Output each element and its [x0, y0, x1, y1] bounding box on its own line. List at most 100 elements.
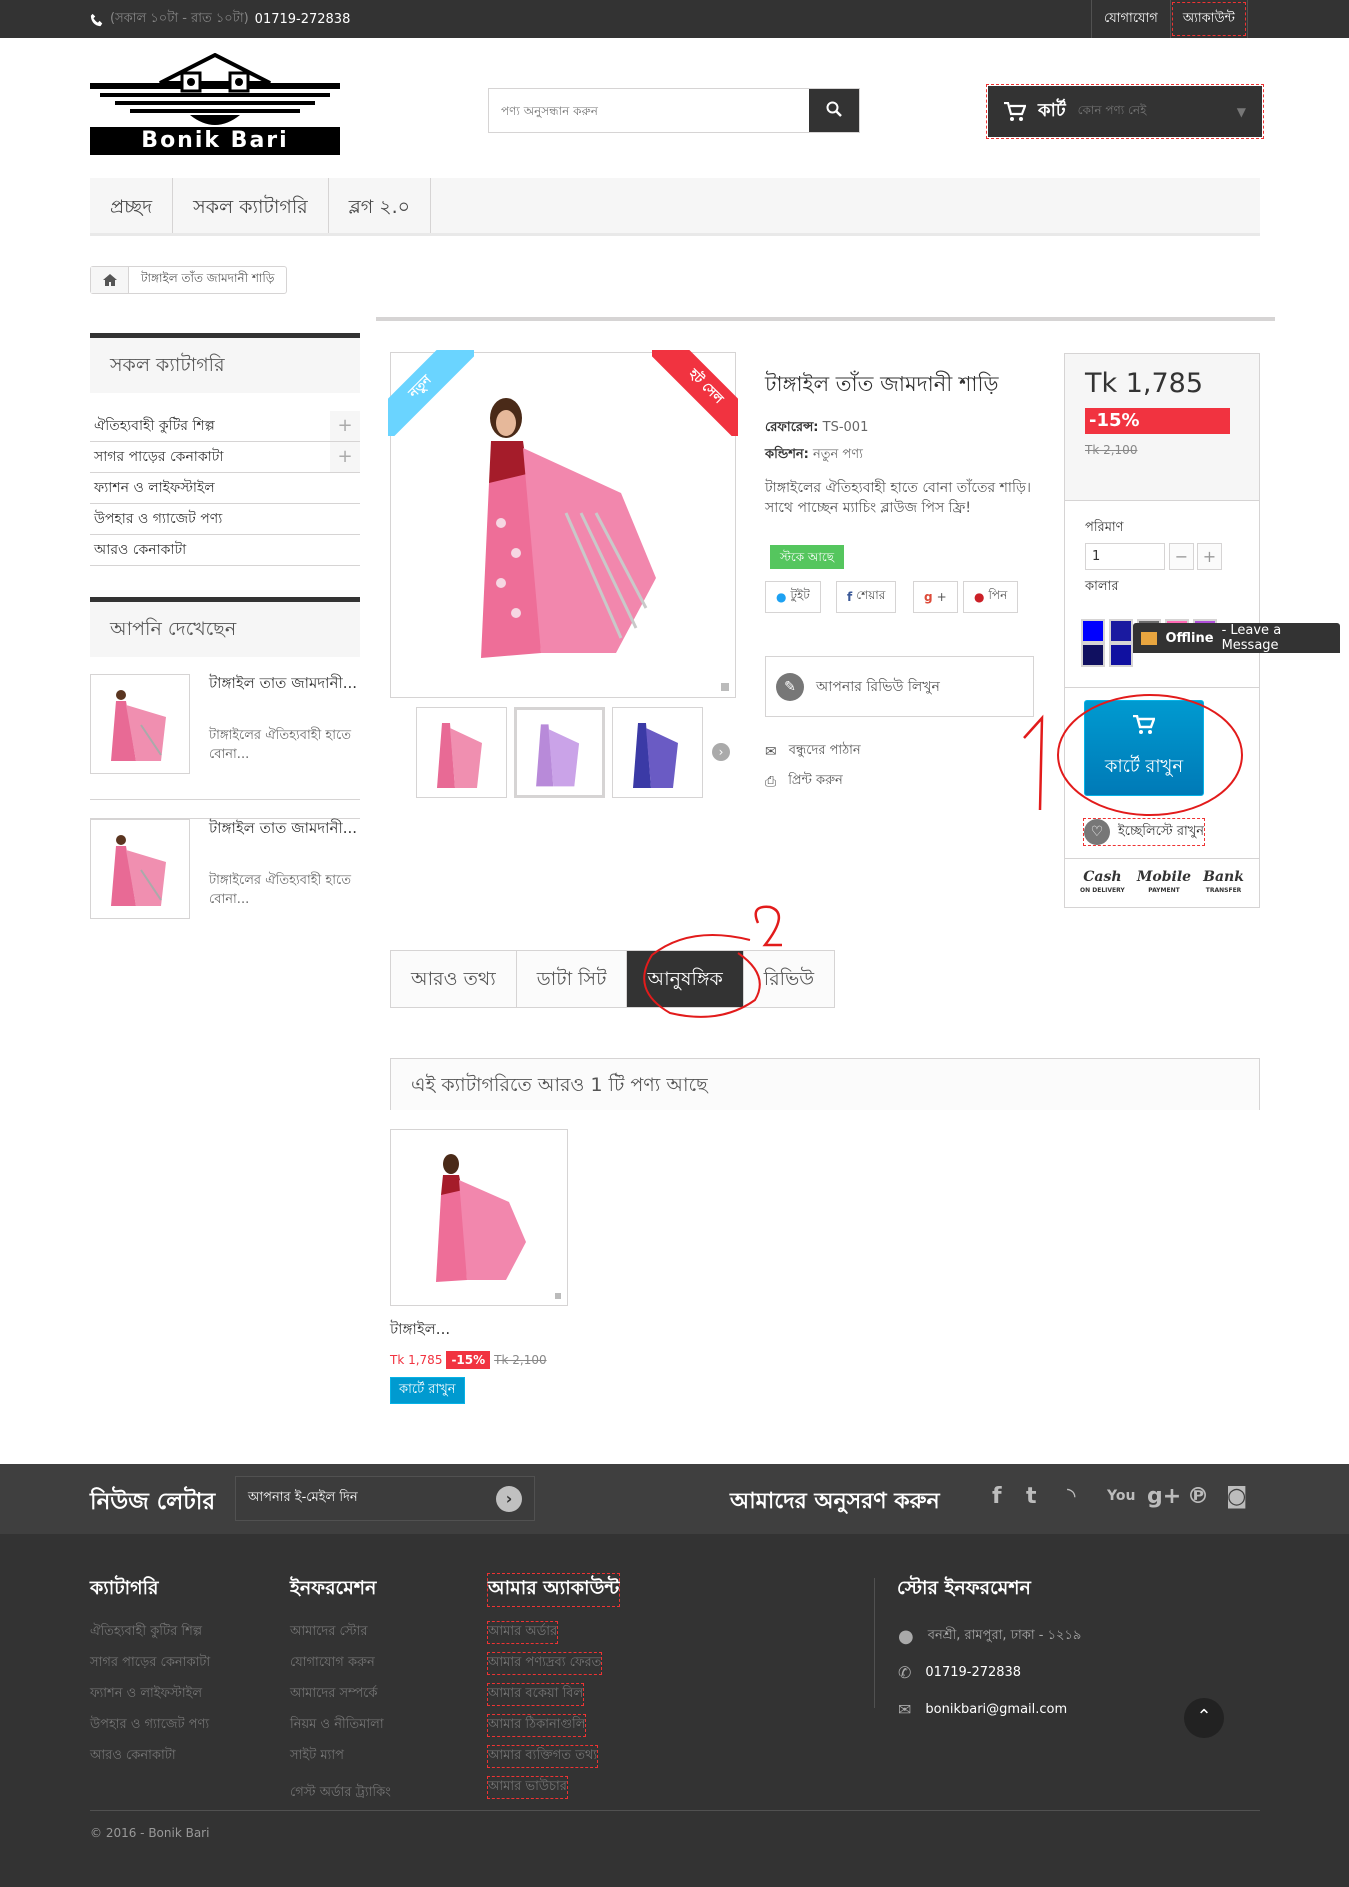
send-to-friend-link[interactable]: ✉ বন্ধুদের পাঠান [765, 741, 861, 762]
search-button[interactable] [809, 89, 859, 132]
tab-reviews[interactable]: রিভিউ [743, 951, 835, 1007]
topbar-phone: (সকাল ১০টা - রাত ১০টা) 01719-272838 [90, 9, 350, 30]
plus-icon[interactable]: + [330, 411, 360, 441]
newsletter-placeholder: আপনার ই-মেইল দিন [248, 1490, 358, 1505]
footer-link[interactable]: আমার বকেয়া বিল [486, 1683, 585, 1706]
accessory-add-to-cart-button[interactable]: কার্টে রাখুন [390, 1377, 465, 1404]
color-swatch[interactable] [1081, 643, 1105, 667]
footer-store-info: স্টোর ইনফরমেশন [897, 1574, 1031, 1622]
category-item[interactable]: ফ্যাশন ও লাইফস্টাইল [90, 473, 360, 504]
pinterest-button[interactable]: ● পিন [963, 581, 1019, 613]
divider [90, 799, 360, 800]
write-review-button[interactable]: ✎ আপনার রিভিউ লিখুন [765, 656, 1034, 717]
rss-icon[interactable]: ◝ [1067, 1484, 1076, 1509]
viewed-thumbnail[interactable] [90, 674, 190, 774]
scroll-to-top-button[interactable]: ⌃ [1184, 1698, 1224, 1738]
chevron-right-icon[interactable]: › [712, 743, 730, 761]
menu-item-home[interactable]: প্রচ্ছদ [90, 178, 174, 233]
footer-link[interactable]: ঐতিহ্যবাহী কুটির শিল্প [90, 1622, 210, 1643]
instagram-icon[interactable]: ◙ [1226, 1484, 1247, 1509]
facebook-icon[interactable]: f [992, 1484, 1002, 1509]
thumbnail-pink[interactable] [416, 707, 507, 798]
plus-icon[interactable]: + [330, 442, 360, 472]
accessory-image[interactable] [390, 1129, 568, 1306]
product-main-image[interactable]: নতুন হট সেল [388, 350, 738, 698]
search-input[interactable] [489, 89, 809, 132]
pinterest-icon: ● [974, 590, 985, 604]
youtube-icon[interactable]: You [1107, 1488, 1135, 1504]
plus-button[interactable]: + [1197, 543, 1222, 570]
google-plus-icon[interactable]: g+ [1147, 1484, 1181, 1509]
newsletter-input[interactable]: আপনার ই-মেইল দিন › [235, 1476, 535, 1521]
chat-widget[interactable]: Offline - Leave a Message [1133, 623, 1340, 653]
footer-link[interactable]: আমার ভাউচার [487, 1776, 568, 1799]
thumbnail-blue[interactable] [612, 707, 703, 798]
category-item[interactable]: উপহার ও গ্যাজেট পণ্য [90, 504, 360, 535]
footer-link[interactable]: আমার ব্যক্তিগত তথ্য [486, 1745, 599, 1768]
store-email[interactable]: ✉ bonikbari@gmail.com [898, 1700, 1067, 1719]
footer-link[interactable]: আমাদের স্টোর [290, 1622, 391, 1643]
condition-value: নতুন পণ্য [812, 447, 863, 462]
pinterest-icon[interactable]: ℗ [1187, 1484, 1209, 1509]
footer-link[interactable]: সাগর পাড়ের কেনাকাটা [90, 1653, 210, 1674]
cart-button[interactable]: কার্ট কোন পণ্য নেই ▼ [986, 84, 1264, 139]
color-swatch[interactable] [1109, 643, 1133, 667]
home-icon[interactable] [91, 267, 129, 293]
quantity-input[interactable]: 1 [1085, 543, 1165, 570]
thumbnail-purple[interactable] [514, 707, 605, 798]
minus-button[interactable]: − [1169, 543, 1194, 570]
footer-my-account-title[interactable]: আমার অ্যাকাউন্ট [486, 1573, 621, 1607]
viewed-item[interactable]: টাঙ্গাইল তাত জামদানী... টাঙ্গাইলের ঐতিহ্… [90, 819, 360, 919]
category-item[interactable]: আরও কেনাকাটা [90, 535, 360, 566]
category-item[interactable]: ঐতিহ্যবাহী কুটির শিল্প + [90, 411, 360, 442]
print-link[interactable]: ⎙ প্রিন্ট করুন [765, 771, 843, 792]
phone-icon [90, 13, 103, 26]
footer-link[interactable]: উপহার ও গ্যাজেট পণ্য [90, 1715, 210, 1736]
tab-accessories[interactable]: আনুষঙ্গিক [627, 951, 744, 1007]
footer-link[interactable]: আমার ঠিকানাগুলি [486, 1714, 587, 1737]
viewed-item[interactable]: টাঙ্গাইল তাত জামদানী... টাঙ্গাইলের ঐতিহ্… [90, 674, 360, 819]
topbar-contact-link[interactable]: যোগাযোগ [1091, 0, 1170, 38]
category-item[interactable]: সাগর পাড়ের কেনাকাটা + [90, 442, 360, 473]
topbar-account-link[interactable]: অ্যাকাউন্ট [1169, 0, 1248, 38]
envelope-icon [1141, 631, 1158, 645]
category-label: সাগর পাড়ের কেনাকাটা [94, 449, 224, 465]
viewed-thumbnail[interactable] [90, 819, 190, 919]
footer-link[interactable]: আমাদের সম্পর্কে [290, 1684, 391, 1705]
footer-categories: ক্যাটাগরি ঐতিহ্যবাহী কুটির শিল্প সাগর পা… [90, 1574, 210, 1777]
twitter-icon[interactable]: t [1026, 1484, 1037, 1509]
google-plus-button[interactable]: g + [913, 581, 958, 613]
tab-data-sheet[interactable]: ডাটা সিট [516, 951, 628, 1007]
tweet-button[interactable]: ● টুইট [765, 581, 821, 613]
color-swatch[interactable] [1081, 619, 1105, 643]
newsletter-submit-icon[interactable]: › [496, 1485, 522, 1512]
discount-badge: -15% [1085, 408, 1230, 434]
chat-text: - Leave a Message [1221, 623, 1282, 653]
footer-link[interactable]: আমার পণ্যদ্রব্য ফেরত [486, 1652, 603, 1675]
menu-item-blog[interactable]: ব্লগ ২.০ [329, 178, 432, 233]
site-logo[interactable]: Bonik Bari [90, 52, 340, 155]
cash-on-delivery-logo: Cash ON DELIVERY [1080, 868, 1125, 894]
category-label: আরও কেনাকাটা [94, 542, 187, 558]
add-to-cart-button[interactable]: কার্টে রাখুন [1084, 700, 1204, 796]
footer-link[interactable]: আরও কেনাকাটা [90, 1746, 210, 1767]
viewed-name[interactable]: টাঙ্গাইল তাত জামদানী... [209, 674, 359, 692]
wishlist-button[interactable]: ♡ ইচ্ছেলিস্টে রাখুন [1082, 818, 1206, 846]
wishlist-label: ইচ্ছেলিস্টে রাখুন [1118, 823, 1205, 839]
footer-link[interactable]: ফ্যাশন ও লাইফস্টাইল [90, 1684, 210, 1705]
footer-link[interactable]: গেস্ট অর্ডার ট্র্যাকিং [290, 1783, 391, 1804]
footer-link[interactable]: আমার অর্ডার [486, 1621, 559, 1644]
menu-item-categories[interactable]: সকল ক্যাটাগরি [173, 178, 329, 233]
footer-link[interactable]: যোগাযোগ করুন [290, 1653, 391, 1674]
tab-more-info[interactable]: আরও তথ্য [391, 951, 517, 1007]
heart-icon: ♡ [1084, 819, 1110, 845]
google-plus-icon: g [924, 590, 933, 604]
accessory-name[interactable]: টাঙ্গাইল... [390, 1318, 568, 1343]
footer-link[interactable]: নিয়ম ও নীতিমালা [290, 1715, 391, 1736]
top-bar: (সকাল ১০টা - রাত ১০টা) 01719-272838 যোগা… [0, 0, 1349, 38]
footer-link[interactable]: সাইট ম্যাপ [290, 1746, 391, 1767]
facebook-share-button[interactable]: f শেয়ার [836, 581, 897, 613]
topbar-hours: (সকাল ১০টা - রাত ১০টা) [110, 11, 249, 26]
color-swatch[interactable] [1109, 619, 1133, 643]
viewed-name[interactable]: টাঙ্গাইল তাত জামদানী... [209, 819, 359, 837]
